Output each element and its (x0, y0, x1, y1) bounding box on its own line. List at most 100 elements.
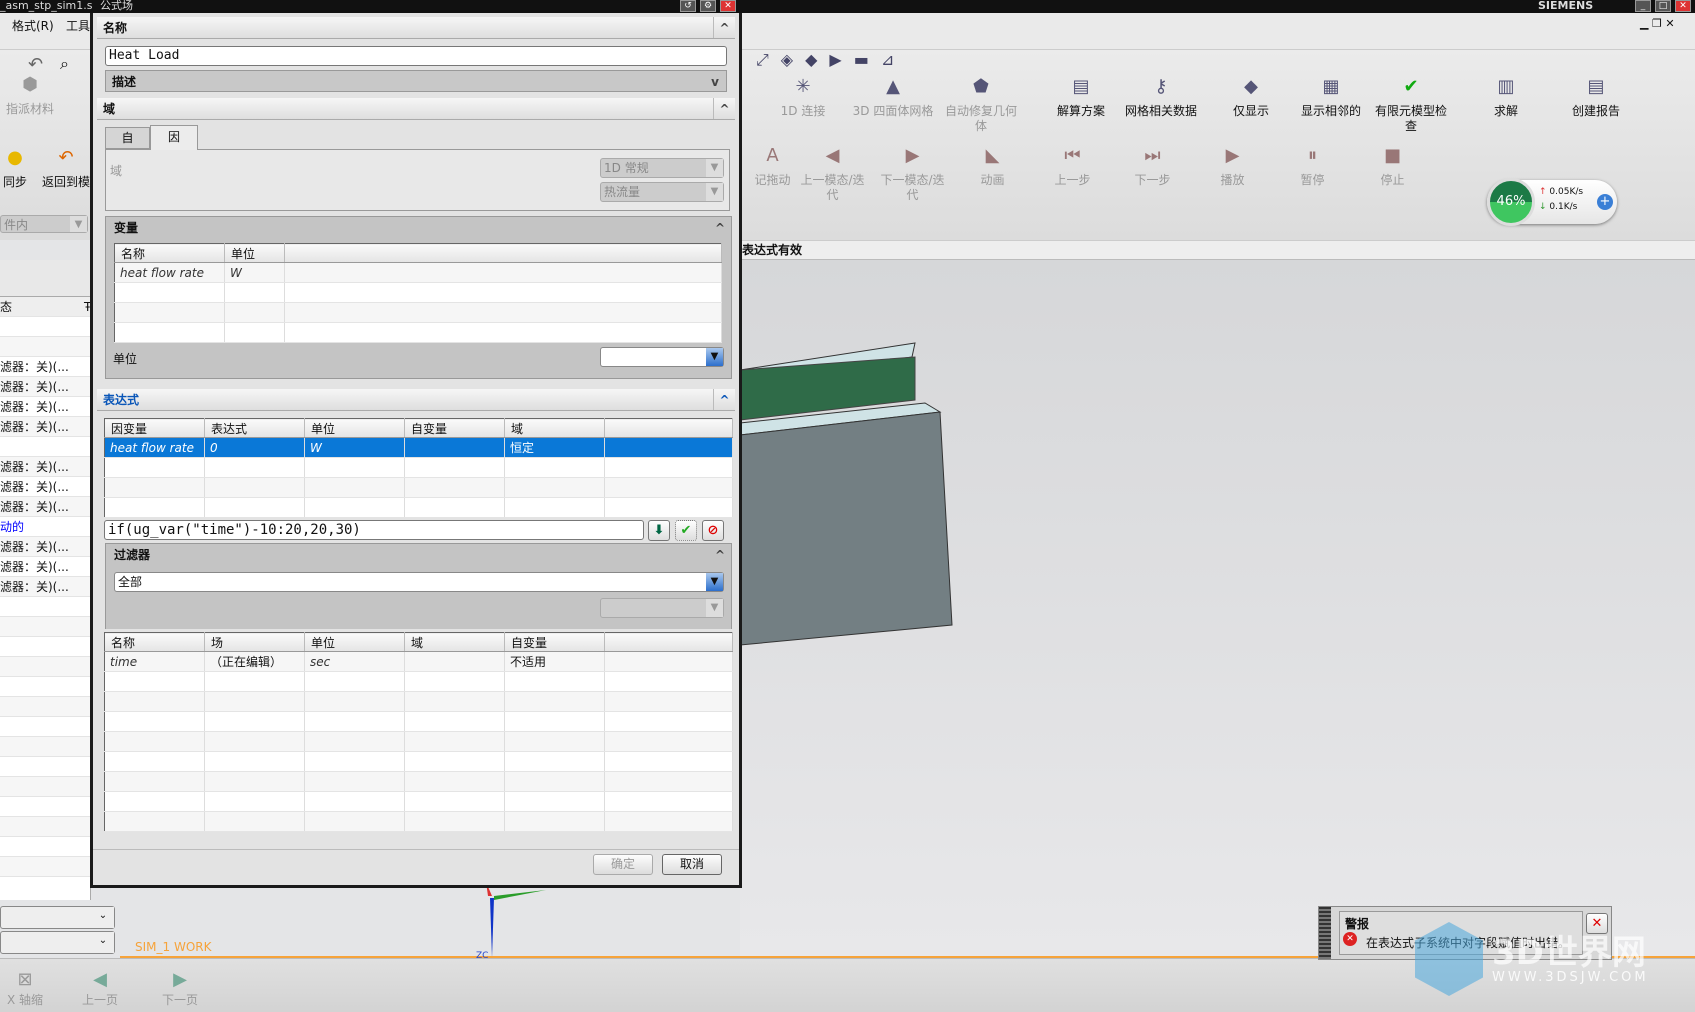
gear-icon[interactable]: ⚙ (700, 0, 716, 12)
binoculars-icon[interactable]: ⌕ (60, 54, 69, 74)
domain-quantity-combo[interactable]: 热流量 ▼ (600, 182, 724, 202)
unit-combo[interactable]: ▼ (600, 347, 724, 367)
filter-sub-combo[interactable]: ▼ (600, 598, 724, 618)
domain-type-combo[interactable]: 1D 常规 ▼ (600, 158, 724, 178)
col-domain[interactable]: 域 (404, 632, 505, 652)
chevron-up-icon[interactable]: ^ (713, 98, 735, 119)
undo-icon[interactable]: ↶ (28, 54, 43, 75)
reset-icon[interactable]: ↺ (680, 0, 696, 12)
variables-table[interactable]: 名称 单位 heat flow rate W (114, 243, 722, 343)
list-item[interactable] (0, 437, 90, 457)
col-independent[interactable]: 自变量 (504, 632, 605, 652)
table-row[interactable]: time （正在编辑） sec 不适用 (104, 651, 733, 672)
chevron-up-icon[interactable]: ^ (715, 217, 725, 239)
playback-button-3[interactable]: ◣ 动画 (955, 145, 1030, 188)
list-item[interactable]: 滤器：关)(... (0, 497, 90, 517)
ribbon-button-7[interactable]: ✔ 有限元模型检查 (1370, 76, 1452, 134)
plus-icon[interactable]: + (1597, 194, 1613, 210)
graphics-viewport[interactable] (740, 260, 1695, 958)
list-item[interactable]: 滤器：关)(... (0, 397, 90, 417)
ribbon-button-2[interactable]: ⬟ 自动修复几何体 (940, 76, 1022, 134)
maximize-button[interactable]: □ (1655, 0, 1671, 12)
insert-down-arrow-icon[interactable]: ⬇ (648, 520, 670, 541)
list-item[interactable]: 滤器：关)(... (0, 577, 90, 597)
ribbon-button-4[interactable]: ⚷ 网格相关数据 (1120, 76, 1202, 119)
menu-format[interactable]: 格式(R) (12, 17, 54, 34)
minimize-button[interactable]: _ (1635, 0, 1651, 12)
playback-button-6[interactable]: ▶ 播放 (1195, 145, 1270, 188)
ok-button[interactable]: 确定 (593, 854, 653, 875)
chevron-up-icon[interactable]: ^ (715, 544, 725, 566)
list-item[interactable]: 滤器：关)(... (0, 457, 90, 477)
col-unit[interactable]: 单位 (304, 418, 405, 438)
playback-button-1[interactable]: ◀ 上一模态/迭代 (795, 145, 870, 203)
list-item[interactable]: 滤器：关)(... (0, 537, 90, 557)
tab-independent[interactable]: 自 (105, 127, 150, 149)
doc-window-controls[interactable]: ▁ ❐ ✕ (1640, 17, 1675, 30)
ribbon-button-0[interactable]: ✳ 1D 连接 (762, 76, 844, 119)
x-axis-zoom-button[interactable]: ⊠ X 轴缩 (0, 969, 50, 1008)
ribbon-button-1[interactable]: ▲ 3D 四面体网格 (852, 76, 934, 119)
col-field[interactable]: 场 (204, 632, 305, 652)
variables-header[interactable]: 变量 ^ (106, 217, 731, 239)
ribbon-button-3[interactable]: ▤ 解算方案 (1040, 76, 1122, 119)
domain-section-header[interactable]: 域 ^ (97, 98, 735, 120)
list-item[interactable]: 滤器：关)(... (0, 477, 90, 497)
formula-input[interactable]: if(ug_var("time")-10:20,20,30) (104, 520, 644, 540)
playback-button-5[interactable]: ⏭ 下一步 (1115, 145, 1190, 188)
selection-filter-combo[interactable]: 件内 ▼ (0, 215, 88, 233)
col-name[interactable]: 名称 (114, 243, 225, 263)
col-unit[interactable]: 单位 (224, 243, 285, 263)
menu-tools[interactable]: 工具 (66, 17, 90, 34)
name-section-header[interactable]: 名称 ^ (97, 17, 735, 39)
ribbon-button-5[interactable]: ◆ 仅显示 (1210, 76, 1292, 119)
list-item[interactable]: 滤器：关)(... (0, 557, 90, 577)
filter-results-table[interactable]: 名称场单位域自变量 time （正在编辑） sec 不适用 (104, 632, 733, 832)
table-row-selected[interactable]: heat flow rate 0 W 恒定 (104, 437, 733, 458)
playback-button-2[interactable]: ▶ 下一模态/迭代 (875, 145, 950, 203)
drag-handle[interactable] (1319, 907, 1331, 959)
description-section-header[interactable]: 描述 v (105, 70, 727, 92)
playback-button-4[interactable]: ⏮ 上一步 (1035, 145, 1110, 188)
ribbon-button-8[interactable]: ▥ 求解 (1465, 76, 1547, 119)
playback-button-8[interactable]: ■ 停止 (1355, 145, 1430, 188)
tab-dependent[interactable]: 因 (150, 125, 198, 150)
col-independent[interactable]: 自变量 (404, 418, 505, 438)
accept-check-icon[interactable]: ✔ (675, 520, 697, 541)
panel-combo-2[interactable]: ⌄ (0, 931, 115, 954)
list-item[interactable]: 滤器：关)(... (0, 417, 90, 437)
dialog-close-button[interactable]: ✕ (720, 0, 736, 12)
col-name[interactable]: 名称 (104, 632, 205, 652)
list-item[interactable] (0, 317, 90, 337)
network-monitor[interactable]: 46% ↑ 0.05K/s ↓ 0.1K/s + (1487, 178, 1617, 226)
close-button[interactable]: ✕ (1675, 0, 1691, 12)
return-to-model-button[interactable]: ↶ 返回到模 (40, 147, 92, 190)
sync-button[interactable]: ● 同步 (0, 147, 30, 190)
ribbon-button-6[interactable]: ▦ 显示相邻的 (1290, 76, 1372, 119)
chevron-down-icon[interactable]: v (704, 71, 726, 92)
list-item[interactable]: 动的 (0, 517, 90, 537)
table-row[interactable]: heat flow rate W (114, 262, 722, 283)
list-item[interactable] (0, 337, 90, 357)
chevron-up-icon[interactable]: ^ (713, 17, 735, 38)
assign-material-button[interactable]: ⬢ 指派材料 (0, 74, 60, 117)
col-dependent[interactable]: 因变量 (104, 418, 205, 438)
col-expression[interactable]: 表达式 (204, 418, 305, 438)
filter-header[interactable]: 过滤器 ^ (106, 544, 731, 566)
expression-table[interactable]: 因变量 表达式 单位 自变量域 heat flow rate 0 W 恒定 (104, 418, 733, 518)
list-item[interactable]: 滤器：关)(... (0, 377, 90, 397)
expression-section-header[interactable]: 表达式 ^ (97, 389, 735, 411)
cancel-button[interactable]: 取消 (662, 854, 722, 875)
next-page-button[interactable]: ▶ 下一页 (155, 969, 205, 1008)
playback-button-7[interactable]: ⏸ 暂停 (1275, 145, 1350, 188)
panel-combo-1[interactable]: ⌄ (0, 906, 115, 929)
col-unit[interactable]: 单位 (304, 632, 405, 652)
name-input[interactable]: Heat Load (105, 46, 727, 66)
prev-page-button[interactable]: ◀ 上一页 (75, 969, 125, 1008)
filter-combo[interactable]: 全部 ▼ (114, 572, 724, 592)
chevron-up-icon[interactable]: ^ (713, 389, 735, 410)
col-domain[interactable]: 域 (504, 418, 605, 438)
reject-no-icon[interactable]: ⊘ (702, 520, 724, 541)
ribbon-button-9[interactable]: ▤ 创建报告 (1555, 76, 1637, 119)
list-item[interactable]: 滤器：关)(... (0, 357, 90, 377)
